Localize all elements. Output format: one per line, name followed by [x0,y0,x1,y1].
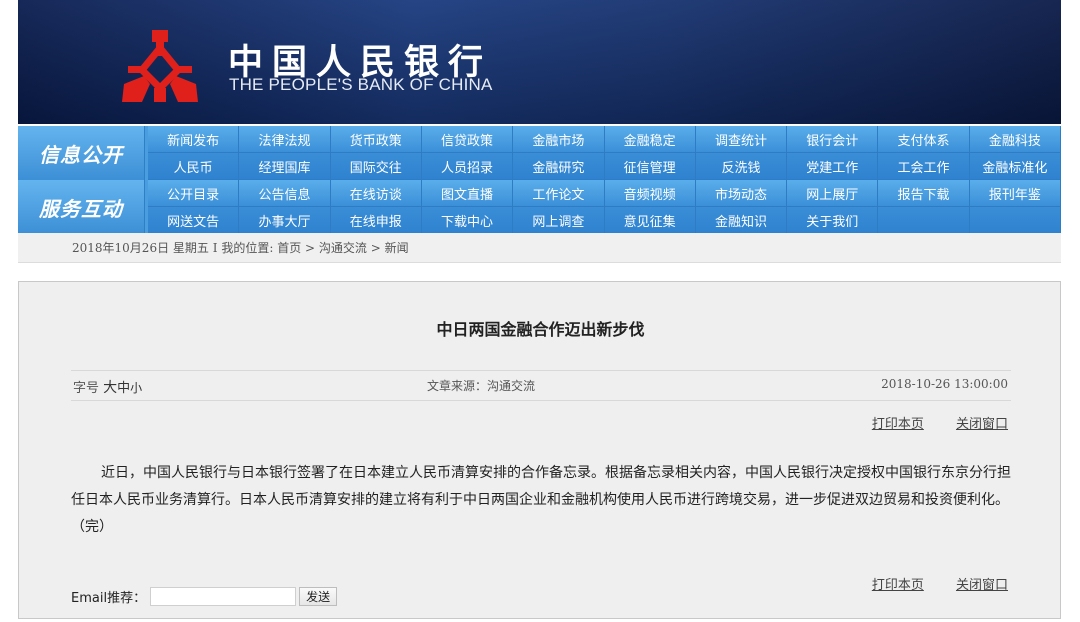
close-window-link[interactable]: 关闭窗口 [956,417,1008,432]
nav-item[interactable]: 金融稳定 [604,126,696,153]
crumb-arrow: > [305,241,316,255]
email-input[interactable] [150,587,297,606]
nav-item[interactable]: 金融研究 [513,153,605,180]
article-source: 文章来源：沟通交流 [427,379,536,393]
nav-item[interactable]: 网上调查 [513,207,605,234]
nav-item[interactable]: 金融市场 [513,126,605,153]
nav-item[interactable]: 工作论文 [513,180,605,207]
print-page-link[interactable]: 打印本页 [872,417,924,432]
font-size-label: 字号 [73,381,100,396]
nav-info-grid: 新闻发布 法律法规 货币政策 信贷政策 金融市场 金融稳定 调查统计 银行会计 … [148,126,1061,180]
email-recommend-row: Email推荐： 发送 [71,587,338,606]
nav-item[interactable]: 网送文告 [148,207,240,234]
article-title: 中日两国金融合作迈出新步伐 [436,320,645,339]
nav-item[interactable]: 新闻发布 [148,126,240,153]
article-actions-bottom: 打印本页 关闭窗口 [844,574,1008,593]
nav-item[interactable]: 人员招录 [421,153,514,180]
nav-item-empty [969,207,1061,234]
nav-service-interaction: 服务互动 公开目录 公告信息 在线访谈 图文直播 工作论文 音频视频 市场动态 … [18,180,1061,234]
nav-item[interactable]: 公开目录 [148,180,240,207]
nav-item[interactable]: 银行会计 [787,126,879,153]
nav-item[interactable]: 人民币 [148,153,240,180]
nav-heading-info[interactable]: 信息公开 [18,126,145,180]
divider [71,370,1011,371]
font-size-large-button[interactable]: 大 [103,380,117,396]
nav-item[interactable]: 征信管理 [604,153,696,180]
font-size-small-button[interactable]: 小 [130,381,142,395]
article-panel: 中日两国金融合作迈出新步伐 字号 大中小 文章来源：沟通交流 2018-10-2… [18,281,1061,619]
article-body: 近日，中国人民银行与日本银行签署了在日本建立人民币清算安排的合作备忘录。根据备忘… [71,465,1011,535]
nav-item[interactable]: 货币政策 [330,126,422,153]
nav-item[interactable]: 经理国库 [239,153,331,180]
nav-item[interactable]: 国际交往 [330,153,422,180]
nav-service-grid: 公开目录 公告信息 在线访谈 图文直播 工作论文 音频视频 市场动态 网上展厅 … [148,180,1061,234]
nav-item[interactable]: 下载中心 [421,207,514,234]
nav-item[interactable]: 网上展厅 [787,180,879,207]
nav-heading-service[interactable]: 服务互动 [18,180,145,234]
nav-item[interactable]: 支付体系 [878,126,970,153]
nav-item[interactable]: 金融科技 [969,126,1061,153]
crumb-news[interactable]: 新闻 [385,241,409,255]
breadcrumb: 2018年10月26日 星期五 I 我的位置: 首页 > 沟通交流 > 新闻 [72,239,409,256]
breadcrumb-separator: I [212,241,218,255]
nav-item[interactable]: 公告信息 [239,180,331,207]
nav-item[interactable]: 法律法规 [239,126,331,153]
crumb-home[interactable]: 首页 [277,241,301,255]
close-window-link[interactable]: 关闭窗口 [956,578,1008,593]
nav-item[interactable]: 音频视频 [604,180,696,207]
divider [71,400,1011,401]
send-button[interactable]: 发送 [299,587,338,606]
pboc-logo-icon[interactable] [120,26,200,106]
nav-item[interactable]: 图文直播 [421,180,514,207]
nav-item-empty [878,207,970,234]
font-size-control: 字号 大中小 [73,377,142,397]
font-size-medium-button[interactable]: 中 [117,381,130,396]
nav-item[interactable]: 市场动态 [695,180,788,207]
nav-item[interactable]: 党建工作 [787,153,879,180]
nav-item[interactable]: 在线申报 [330,207,422,234]
nav-info-disclosure: 信息公开 新闻发布 法律法规 货币政策 信贷政策 金融市场 金融稳定 调查统计 … [18,126,1061,180]
breadcrumb-bar: 2018年10月26日 星期五 I 我的位置: 首页 > 沟通交流 > 新闻 [18,233,1061,263]
nav-item[interactable]: 金融标准化 [969,153,1061,180]
location-label: 我的位置: [221,241,274,255]
crumb-arrow: > [370,241,381,255]
article-datetime: 2018-10-26 13:00:00 [881,377,1008,391]
current-date: 2018年10月26日 星期五 [72,241,209,255]
print-page-link[interactable]: 打印本页 [872,578,924,593]
nav-item[interactable]: 信贷政策 [421,126,514,153]
bank-name-english: THE PEOPLE'S BANK OF CHINA [229,75,493,94]
nav-item[interactable]: 报告下载 [878,180,970,207]
nav-item[interactable]: 反洗钱 [695,153,788,180]
nav-item[interactable]: 意见征集 [604,207,696,234]
nav-item[interactable]: 工会工作 [878,153,970,180]
email-label: Email推荐： [71,591,147,606]
crumb-communication[interactable]: 沟通交流 [319,241,367,255]
nav-item[interactable]: 办事大厅 [239,207,331,234]
nav-item[interactable]: 报刊年鉴 [969,180,1061,207]
nav-item[interactable]: 在线访谈 [330,180,422,207]
article-actions-top: 打印本页 关闭窗口 [844,413,1008,432]
site-header: 中国人民银行 THE PEOPLE'S BANK OF CHINA [18,0,1061,124]
nav-item[interactable]: 关于我们 [787,207,879,234]
nav-item[interactable]: 金融知识 [695,207,788,234]
nav-item[interactable]: 调查统计 [695,126,788,153]
